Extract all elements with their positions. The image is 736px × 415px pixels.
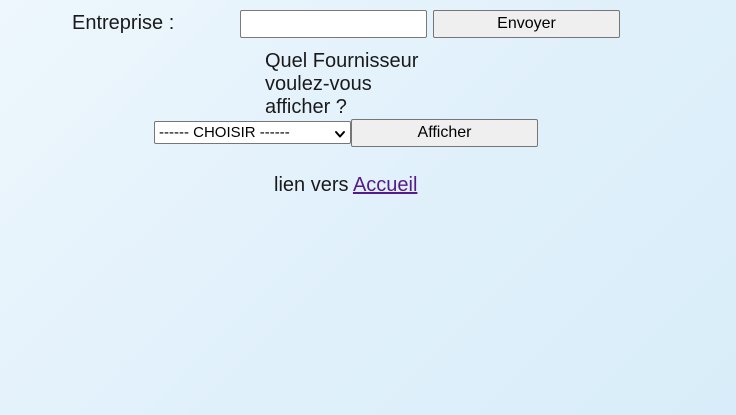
afficher-button[interactable]: Afficher	[351, 119, 538, 147]
entreprise-label: Entreprise :	[72, 12, 175, 34]
chevron-down-icon	[334, 127, 346, 139]
fournisseur-select[interactable]: ------ CHOISIR ------	[154, 121, 351, 144]
entreprise-input[interactable]	[240, 10, 427, 38]
fournisseur-question: Quel Fournisseur voulez-vous afficher ?	[265, 50, 419, 118]
envoyer-button[interactable]: Envoyer	[433, 10, 620, 38]
fournisseur-select-value: ------ CHOISIR ------	[159, 124, 290, 141]
footer-link-line: lien vers Accueil	[274, 173, 417, 197]
accueil-link[interactable]: Accueil	[353, 174, 417, 196]
footer-link-prefix: lien vers	[274, 174, 349, 196]
